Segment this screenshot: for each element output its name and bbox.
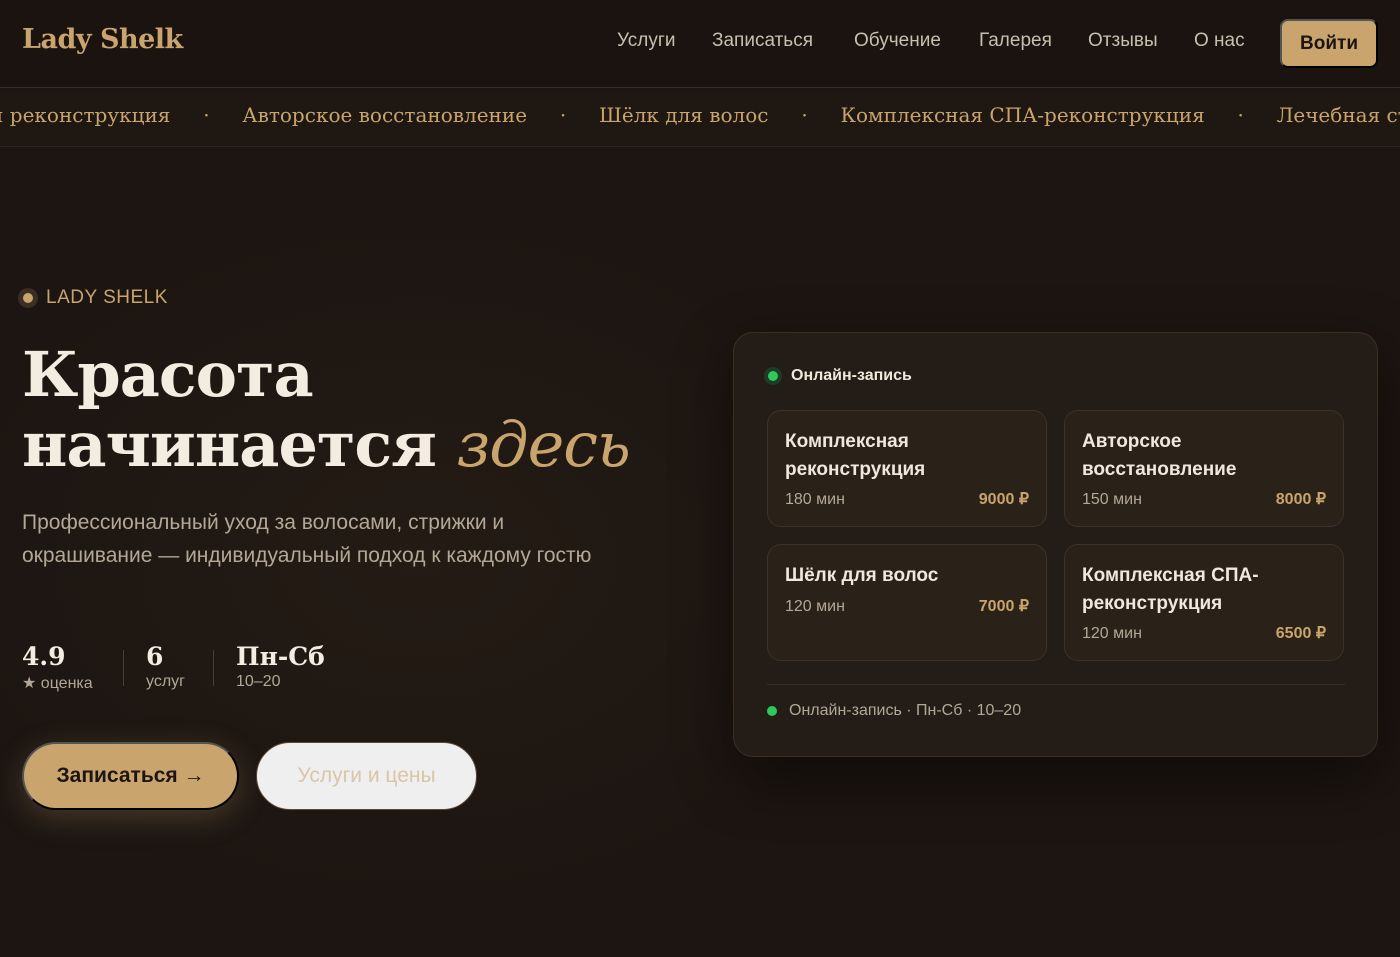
service-name: Комплексная реконструкция [785, 431, 926, 480]
headline-line-1: Красота [22, 338, 314, 411]
nav-link-training[interactable]: Обучение [854, 30, 941, 52]
service-card[interactable]: Шёлк для волос 120 мин 7000 ₽ [767, 544, 1047, 661]
ticker-item: Авторское восстановление [242, 103, 528, 127]
eyebrow-text: LADY SHELK [46, 287, 168, 308]
service-price: 8000 ₽ [1275, 491, 1326, 508]
nav-link-booking[interactable]: Записаться [712, 30, 813, 52]
service-price: 6500 ₽ [1275, 625, 1326, 642]
online-status-icon [767, 706, 777, 716]
service-price: 7000 ₽ [978, 598, 1029, 615]
login-button[interactable]: Войти [1280, 19, 1378, 68]
services-prices-button[interactable]: Услуги и цены [256, 742, 477, 810]
headline-line-2: начинается [22, 408, 437, 481]
stat-services-count: 6 услуг [146, 642, 185, 691]
stat-label: 10–20 [236, 673, 281, 690]
card-header: Онлайн-запись [764, 367, 912, 385]
online-status-icon [764, 367, 782, 385]
hero-headline: Красота начинается здесь [22, 340, 662, 480]
ticker-separator: · [203, 103, 210, 127]
nav-link-services[interactable]: Услуги [617, 30, 675, 52]
service-card[interactable]: Авторское восстановление 150 мин 8000 ₽ [1064, 410, 1344, 527]
service-card[interactable]: Комплексная реконструкция 180 мин 9000 ₽ [767, 410, 1047, 527]
ticker-item: Комплексная СПА-реконструкция [840, 103, 1205, 127]
service-duration: 120 мин [1082, 625, 1142, 642]
card-title: Онлайн-запись [791, 367, 912, 384]
ticker-track: ексная реконструкция · Авторское восстанов… [0, 103, 1400, 127]
stat-label: ★ оценка [22, 675, 93, 692]
hero-eyebrow: LADY SHELK [18, 286, 168, 310]
ticker-item: Шёлк для волос [599, 103, 769, 127]
top-navbar: Lady Shelk Услуги Записаться Обучение Га… [0, 0, 1400, 88]
ticker-separator: · [1237, 103, 1244, 127]
services-ticker: ексная реконструкция · Авторское восстанов… [0, 89, 1400, 147]
service-name: Комплексная СПА-реконструкция [1082, 565, 1259, 614]
eyebrow-dot-icon [18, 288, 38, 308]
service-name: Шёлк для волос [785, 565, 939, 586]
ticker-separator: · [801, 103, 808, 127]
stat-divider [213, 650, 214, 686]
card-footer-text: Онлайн-запись · Пн-Сб · 10–20 [789, 702, 1022, 719]
stat-value: 4.9 [22, 642, 66, 671]
nav-link-reviews[interactable]: Отзывы [1088, 30, 1158, 52]
card-footer: Онлайн-запись · Пн-Сб · 10–20 [767, 702, 1021, 720]
service-card[interactable]: Комплексная СПА-реконструкция 120 мин 65… [1064, 544, 1344, 661]
service-duration: 150 мин [1082, 491, 1142, 508]
service-duration: 120 мин [785, 598, 845, 615]
stat-hours: Пн-Сб 10–20 [236, 642, 325, 691]
service-price: 9000 ₽ [978, 491, 1029, 508]
stat-value: 6 [146, 642, 164, 671]
nav-link-gallery[interactable]: Галерея [979, 30, 1052, 52]
book-button[interactable]: Записаться → [22, 742, 239, 810]
service-name: Авторское восстановление [1082, 431, 1237, 480]
online-booking-card: Онлайн-запись Комплексная реконструкция … [733, 332, 1378, 757]
hero-subtitle: Профессиональный уход за волосами, стриж… [22, 511, 592, 567]
stat-rating: 4.9 ★ оценка [22, 642, 93, 693]
stat-value: Пн-Сб [236, 642, 325, 671]
ticker-item: ексная реконструкция [0, 103, 171, 127]
ticker-separator: · [559, 103, 567, 127]
headline-accent: здесь [456, 408, 630, 481]
card-divider [767, 684, 1345, 685]
nav-link-about[interactable]: О нас [1194, 30, 1245, 52]
stat-divider [123, 650, 124, 686]
main-nav: Услуги Записаться Обучение Галерея Отзыв… [0, 30, 1400, 60]
ticker-item: Лечебная стр [1276, 103, 1400, 127]
stat-label: услуг [146, 673, 185, 690]
service-duration: 180 мин [785, 491, 845, 508]
